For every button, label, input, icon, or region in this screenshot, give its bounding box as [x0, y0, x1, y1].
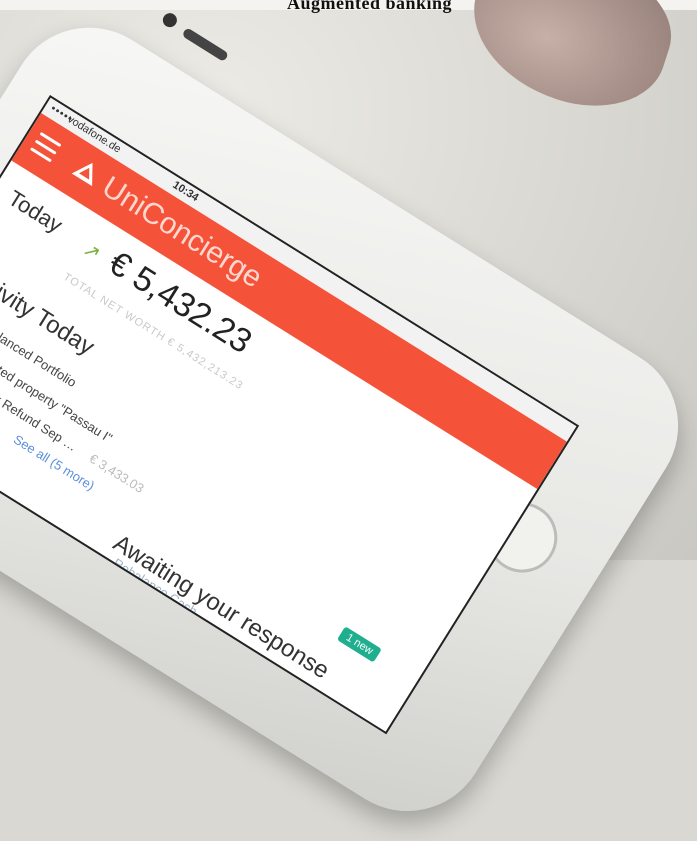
hamburger-menu-icon[interactable]	[29, 131, 62, 163]
triangle-logo-icon	[71, 156, 103, 187]
today-label: Today	[3, 185, 67, 238]
new-badge: 1 new	[336, 626, 383, 663]
trending-up-icon: ↗	[78, 238, 105, 266]
page-heading: Augmented banking	[287, 0, 453, 13]
activity-item-amount: € 3,433.03	[86, 450, 147, 497]
